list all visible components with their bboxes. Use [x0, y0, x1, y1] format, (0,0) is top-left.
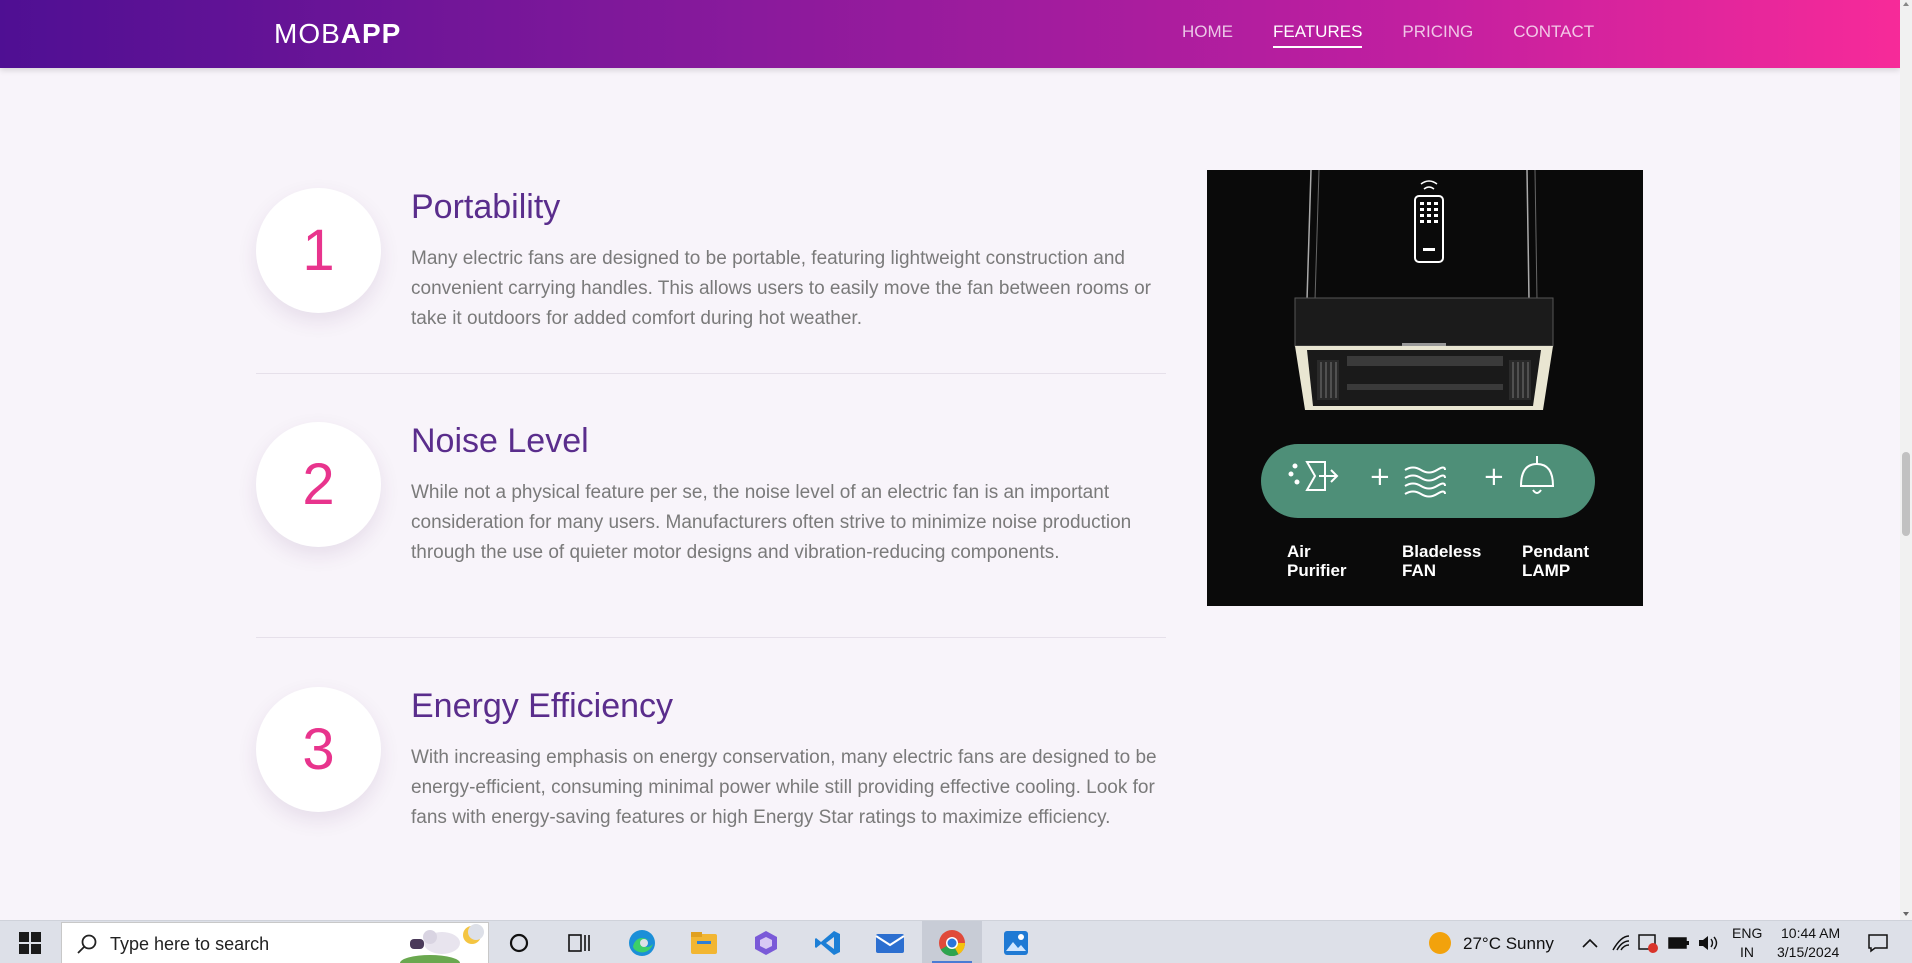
clock-date[interactable]: 3/15/2024 — [1777, 944, 1839, 960]
product-label-line: Purifier — [1287, 561, 1347, 580]
brand-logo[interactable]: MOBAPP — [274, 18, 401, 50]
scroll-thumb[interactable] — [1902, 452, 1910, 536]
product-label-air-purifier: Air Purifier — [1287, 542, 1347, 580]
product-label-line: LAMP — [1522, 561, 1571, 580]
volume-icon[interactable] — [1692, 927, 1724, 959]
clock-time[interactable]: 10:44 AM — [1781, 925, 1840, 941]
nav-links: HOME FEATURES PRICING CONTACT — [1182, 22, 1634, 48]
ceiling-fan-illustration — [1294, 297, 1554, 410]
file-explorer-icon[interactable] — [688, 927, 720, 959]
feature-description: While not a physical feature per se, the… — [411, 482, 1132, 563]
nav-link-features[interactable]: FEATURES — [1273, 22, 1363, 48]
photos-icon[interactable] — [1000, 927, 1032, 959]
nav-link-contact[interactable]: CONTACT — [1513, 22, 1594, 48]
product-label-line: Pendant — [1522, 542, 1590, 561]
search-icon — [77, 934, 97, 954]
weather-sun-icon[interactable] — [1424, 927, 1456, 959]
mail-icon[interactable] — [874, 927, 906, 959]
notification-icon[interactable] — [1862, 927, 1894, 959]
feature-number-circle: 3 — [256, 687, 381, 812]
security-alert-icon[interactable] — [1632, 927, 1664, 959]
chevron-up-icon[interactable] — [1574, 927, 1606, 959]
feature-divider — [256, 637, 1166, 638]
weather-text[interactable]: 27°C Sunny — [1463, 934, 1554, 954]
feature-description: Many electric fans are designed to be po… — [411, 248, 1151, 329]
edge-browser-icon[interactable] — [626, 927, 658, 959]
nav-link-home[interactable]: HOME — [1182, 22, 1233, 48]
taskbar-search-input[interactable]: Type here to search — [61, 922, 489, 963]
feature-title: Energy Efficiency — [411, 687, 674, 725]
product-illustration: + + — [1261, 170, 1595, 518]
task-view-icon[interactable] — [564, 927, 596, 959]
brand-logo-bold: APP — [340, 18, 402, 49]
copilot-icon[interactable] — [750, 927, 782, 959]
feature-divider — [256, 373, 1166, 374]
language-region[interactable]: IN — [1740, 944, 1754, 960]
product-label-line: Bladeless — [1402, 542, 1482, 561]
feature-title: Noise Level — [411, 422, 589, 460]
product-label-line: FAN — [1402, 561, 1436, 580]
feature-number: 3 — [302, 717, 335, 782]
feature-number-circle: 2 — [256, 422, 381, 547]
scroll-up-icon[interactable] — [1903, 2, 1909, 6]
vscode-icon[interactable] — [812, 927, 844, 959]
page-scrollbar[interactable] — [1900, 0, 1912, 920]
plus-sign: + — [1483, 462, 1505, 492]
product-label-pendant-lamp: Pendant LAMP — [1522, 542, 1589, 580]
brand-logo-light: MOB — [274, 18, 341, 49]
cortana-icon[interactable] — [503, 927, 535, 959]
product-image: + + Air Purifier Bladeless FAN Pendant L… — [1207, 170, 1643, 606]
feature-number-circle: 1 — [256, 188, 381, 313]
search-placeholder: Type here to search — [110, 934, 270, 954]
product-label-bladeless-fan: Bladeless FAN — [1402, 542, 1481, 580]
feature-title: Portability — [411, 188, 561, 226]
feature-description: With increasing emphasis on energy conse… — [411, 747, 1157, 828]
scroll-down-icon[interactable] — [1903, 912, 1909, 916]
remote-icon — [1414, 180, 1444, 263]
windows-taskbar: Type here to search 27°C Sunny ENG IN 10… — [0, 920, 1912, 963]
product-label-line: Air — [1287, 542, 1311, 561]
start-button[interactable] — [0, 921, 60, 963]
battery-icon[interactable] — [1663, 927, 1695, 959]
plus-sign: + — [1369, 462, 1391, 492]
language-indicator[interactable]: ENG — [1732, 925, 1762, 941]
search-highlight-sheep-icon — [400, 924, 484, 963]
nav-link-pricing[interactable]: PRICING — [1402, 22, 1473, 48]
chrome-icon[interactable] — [936, 927, 968, 959]
top-navbar: MOBAPP HOME FEATURES PRICING CONTACT — [0, 0, 1900, 68]
feature-number: 2 — [302, 452, 335, 517]
windows-logo-icon — [19, 931, 41, 954]
feature-number: 1 — [302, 218, 335, 283]
